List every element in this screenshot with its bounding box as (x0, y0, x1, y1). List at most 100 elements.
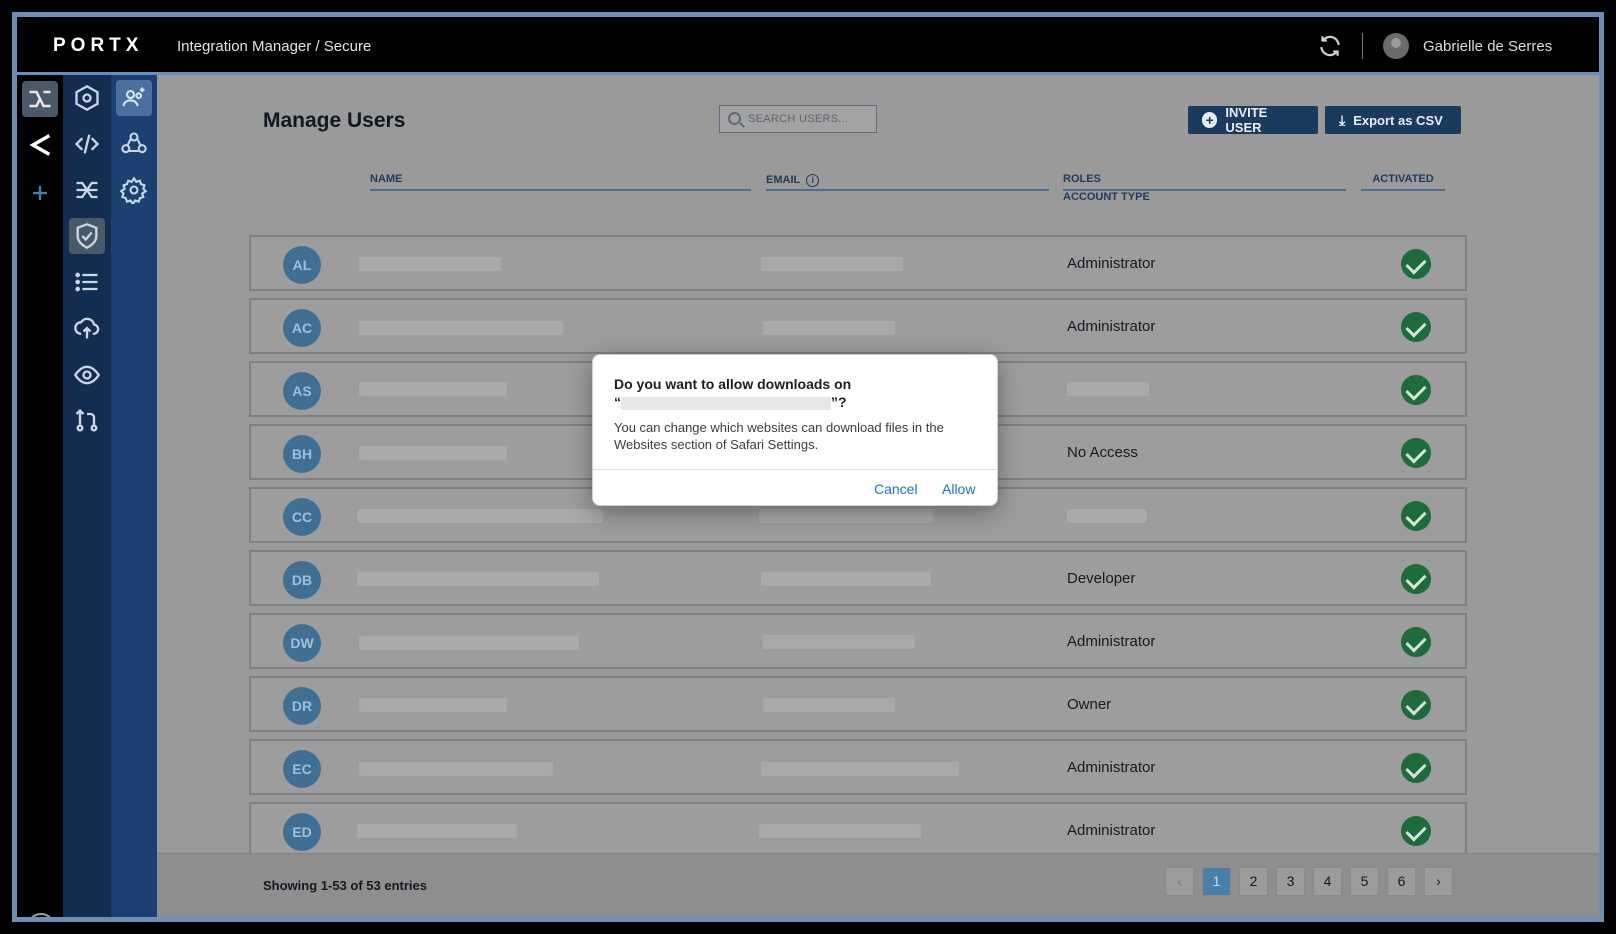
search-icon (728, 112, 741, 125)
portx-logo[interactable]: PORTX (53, 35, 143, 57)
user-initials-avatar: DW (283, 624, 321, 662)
list-icon[interactable] (69, 264, 105, 300)
user-role: Owner (1067, 696, 1112, 713)
allow-button[interactable]: Allow (942, 481, 975, 497)
column-header-account-type[interactable]: ACCOUNT TYPE (1063, 191, 1150, 203)
download-icon: ⤓ (1339, 111, 1346, 128)
mapping-icon[interactable] (69, 172, 105, 208)
cancel-button[interactable]: Cancel (874, 481, 918, 497)
table-row[interactable]: AC Administrator (249, 298, 1467, 354)
email-header-label: EMAIL (766, 174, 801, 186)
user-role: No Access (1067, 444, 1138, 461)
activated-check-icon (1401, 501, 1431, 531)
user-initials-avatar: CC (283, 498, 321, 536)
breadcrumb: Integration Manager / Secure (177, 38, 372, 55)
redacted-name (357, 572, 599, 586)
shield-icon[interactable] (69, 218, 105, 254)
user-avatar[interactable] (1383, 33, 1409, 59)
page-title: Manage Users (263, 109, 406, 132)
activated-check-icon (1401, 753, 1431, 783)
user-role: Administrator (1067, 759, 1156, 776)
section-rail (63, 75, 111, 917)
page-1-button[interactable]: 1 (1202, 867, 1231, 896)
table-row[interactable]: AL Administrator (249, 235, 1467, 291)
eye-icon[interactable] (69, 357, 105, 393)
integration-manager-icon[interactable] (22, 81, 58, 117)
settings-gear-icon[interactable] (116, 172, 152, 208)
add-icon[interactable] (22, 175, 58, 211)
page-3-button[interactable]: 3 (1276, 867, 1305, 896)
page-2-button[interactable]: 2 (1239, 867, 1268, 896)
activated-check-icon (1401, 690, 1431, 720)
user-initials-avatar: AL (283, 246, 321, 284)
table-footer: Showing 1-53 of 53 entries ‹ 1 2 3 4 5 6… (157, 853, 1599, 917)
info-icon[interactable]: i (806, 173, 820, 187)
plus-circle-icon: + (1202, 112, 1218, 128)
prev-page-button[interactable]: ‹ (1165, 867, 1194, 896)
hexagon-icon[interactable] (69, 80, 105, 116)
user-initials-avatar: BH (283, 435, 321, 473)
product-rail: ? (17, 75, 63, 917)
table-row[interactable]: EC Administrator (249, 739, 1467, 795)
export-csv-label: Export as CSV (1353, 112, 1443, 128)
redacted-name (359, 698, 507, 712)
column-header-activated[interactable]: ACTIVATED (1361, 173, 1445, 191)
page-5-button[interactable]: 5 (1350, 867, 1379, 896)
top-bar: PORTX Integration Manager / Secure Gabri… (17, 17, 1599, 75)
redacted-name (359, 636, 579, 650)
help-icon[interactable]: ? (27, 913, 55, 917)
redacted-email (759, 824, 921, 838)
redacted-email (763, 635, 915, 649)
search-input[interactable] (748, 111, 868, 127)
table-row[interactable]: ED Administrator (249, 802, 1467, 858)
subsection-rail (111, 75, 157, 917)
table-row[interactable]: DR Owner (249, 676, 1467, 732)
activated-check-icon (1401, 249, 1431, 279)
column-header-name[interactable]: NAME (370, 173, 751, 191)
export-csv-button[interactable]: ⤓ Export as CSV (1325, 106, 1461, 134)
invite-user-button[interactable]: + INVITE USER (1188, 105, 1318, 135)
page-6-button[interactable]: 6 (1387, 867, 1416, 896)
activated-check-icon (1401, 627, 1431, 657)
code-icon[interactable] (69, 126, 105, 162)
user-initials-avatar: AC (283, 309, 321, 347)
pull-request-icon[interactable] (69, 403, 105, 439)
redacted-name (359, 762, 553, 776)
dialog-open-quote: “ (614, 394, 621, 410)
cloud-upload-icon[interactable] (69, 310, 105, 346)
table-row[interactable]: DW Administrator (249, 613, 1467, 669)
next-page-button[interactable]: › (1424, 867, 1453, 896)
redacted-email (763, 321, 895, 335)
dialog-title: Do you want to allow downloads on “ ”? (614, 375, 974, 411)
dialog-close-quote: ”? (831, 394, 847, 410)
user-initials-avatar: DB (283, 561, 321, 599)
column-header-email[interactable]: EMAIL i (766, 173, 1049, 191)
activated-check-icon (1401, 564, 1431, 594)
redacted-email (761, 257, 903, 271)
redacted-email (761, 572, 931, 586)
redacted-email (763, 698, 895, 712)
redacted-email (761, 762, 959, 776)
redacted-name (359, 321, 563, 335)
page-4-button[interactable]: 4 (1313, 867, 1342, 896)
connect-icon[interactable] (22, 127, 58, 163)
manage-users-icon[interactable] (116, 80, 152, 116)
user-initials-avatar: AS (283, 372, 321, 410)
dialog-divider (593, 469, 997, 470)
user-role: Administrator (1067, 822, 1156, 839)
refresh-icon[interactable] (1317, 33, 1343, 59)
groups-icon[interactable] (116, 126, 152, 162)
redacted-role (1067, 382, 1149, 396)
invite-user-label: INVITE USER (1225, 105, 1268, 135)
user-name[interactable]: Gabrielle de Serres (1423, 38, 1552, 55)
user-role: Administrator (1067, 318, 1156, 335)
search-box[interactable] (719, 105, 877, 133)
redacted-email (759, 509, 933, 523)
column-header-roles[interactable]: ROLES (1063, 173, 1346, 191)
table-row[interactable]: DB Developer (249, 550, 1467, 606)
activated-check-icon (1401, 375, 1431, 405)
dialog-message: You can change which websites can downlo… (614, 420, 944, 452)
allow-downloads-dialog: Do you want to allow downloads on “ ”? Yo… (592, 354, 998, 506)
user-initials-avatar: EC (283, 750, 321, 788)
activated-check-icon (1401, 438, 1431, 468)
